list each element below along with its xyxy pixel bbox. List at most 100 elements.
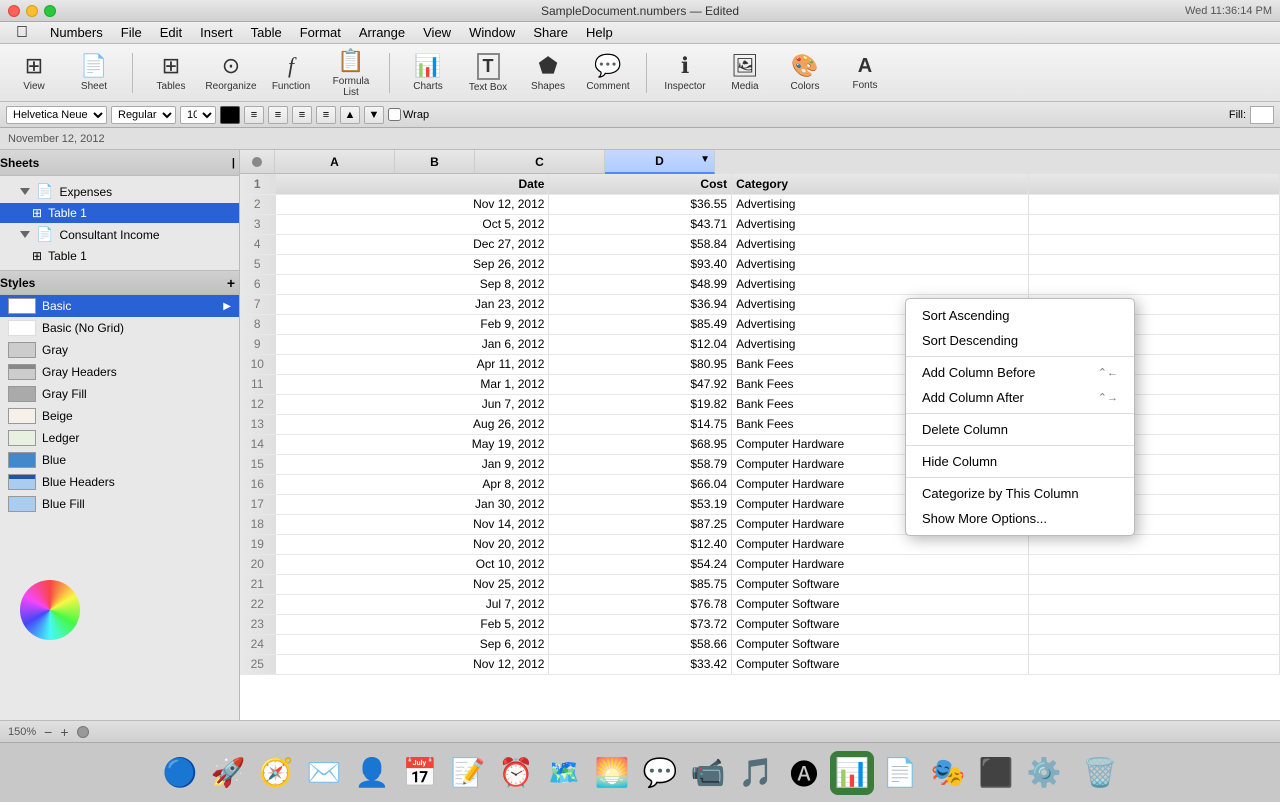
cost-cell[interactable]: $43.71 <box>549 214 732 234</box>
cost-cell[interactable]: $47.92 <box>549 374 732 394</box>
minimize-button[interactable] <box>26 5 38 17</box>
date-cell[interactable]: Sep 6, 2012 <box>275 634 549 654</box>
font-style-select[interactable]: Regular <box>111 106 176 124</box>
category-cell[interactable]: Advertising <box>732 214 1029 234</box>
text-down-btn[interactable]: ▼ <box>364 106 384 124</box>
sidebar-toggle[interactable]: | <box>232 157 235 169</box>
cost-cell[interactable]: $80.95 <box>549 354 732 374</box>
align-right-btn[interactable]: ≡ <box>292 106 312 124</box>
text-up-btn[interactable]: ▲ <box>340 106 360 124</box>
style-item-gray[interactable]: Gray <box>0 339 239 361</box>
cost-cell[interactable]: $87.25 <box>549 514 732 534</box>
ctx-categorize[interactable]: Categorize by This Column <box>906 481 1134 506</box>
menu-window[interactable]: Window <box>461 23 523 42</box>
dock-facetime[interactable]: 📹 <box>686 751 730 795</box>
toolbar-comment-btn[interactable]: 💬 Comment <box>582 49 634 97</box>
cost-cell[interactable]: $14.75 <box>549 414 732 434</box>
style-item-basic-nogrid[interactable]: Basic (No Grid) <box>0 317 239 339</box>
toolbar-formulalist-btn[interactable]: 📋 Formula List <box>325 44 377 102</box>
ctx-hide-col[interactable]: Hide Column <box>906 449 1134 474</box>
date-cell[interactable]: Apr 11, 2012 <box>275 354 549 374</box>
toolbar-view-btn[interactable]: ⊞ View <box>8 49 60 97</box>
dock-contacts[interactable]: 👤 <box>350 751 394 795</box>
sidebar-item-expenses[interactable]: 📄 Expenses <box>0 180 239 203</box>
date-cell[interactable]: Jan 30, 2012 <box>275 494 549 514</box>
toolbar-colors-btn[interactable]: 🎨 Colors <box>779 49 831 97</box>
category-cell[interactable]: Advertising <box>732 194 1029 214</box>
date-cell[interactable]: Nov 12, 2012 <box>275 654 549 674</box>
fill-color-box[interactable] <box>1250 106 1274 124</box>
font-size-select[interactable]: 10 <box>180 106 216 124</box>
date-cell[interactable]: Jul 7, 2012 <box>275 594 549 614</box>
toolbar-function-btn[interactable]: f Function <box>265 49 317 97</box>
cost-cell[interactable]: $54.24 <box>549 554 732 574</box>
ctx-add-col-after[interactable]: Add Column After ⌃→ <box>906 385 1134 410</box>
cost-cell[interactable]: $68.95 <box>549 434 732 454</box>
date-cell[interactable]: Feb 9, 2012 <box>275 314 549 334</box>
ctx-delete-col[interactable]: Delete Column <box>906 417 1134 442</box>
category-cell[interactable]: Computer Software <box>732 634 1029 654</box>
apple-menu[interactable]:  <box>8 22 36 44</box>
date-cell[interactable]: Feb 5, 2012 <box>275 614 549 634</box>
col-header-c[interactable]: C <box>475 150 605 174</box>
cost-cell[interactable]: $58.79 <box>549 454 732 474</box>
cost-cell[interactable]: $12.40 <box>549 534 732 554</box>
toolbar-charts-btn[interactable]: 📊 Charts <box>402 49 454 97</box>
dock-reminders[interactable]: ⏰ <box>494 751 538 795</box>
dock-launchpad[interactable]: 🚀 <box>206 751 250 795</box>
category-cell[interactable]: Computer Hardware <box>732 534 1029 554</box>
window-controls[interactable] <box>8 5 56 17</box>
cost-cell[interactable]: $48.99 <box>549 274 732 294</box>
style-item-beige[interactable]: Beige <box>0 405 239 427</box>
cost-cell[interactable]: $12.04 <box>549 334 732 354</box>
dock-appstore[interactable]: 🅐 <box>782 751 826 795</box>
date-cell[interactable]: Aug 26, 2012 <box>275 414 549 434</box>
menu-insert[interactable]: Insert <box>192 23 241 42</box>
sidebar-item-consultant-table1[interactable]: ⊞ Table 1 <box>0 246 239 266</box>
category-cell[interactable]: Computer Hardware <box>732 554 1029 574</box>
menu-edit[interactable]: Edit <box>152 23 190 42</box>
close-button[interactable] <box>8 5 20 17</box>
zoom-decrease-btn[interactable]: − <box>44 724 52 740</box>
align-justify-btn[interactable]: ≡ <box>316 106 336 124</box>
dock-finder[interactable]: 🔵 <box>158 751 202 795</box>
style-item-gray-headers[interactable]: Gray Headers <box>0 361 239 383</box>
col-header-d[interactable]: D ▼ <box>605 150 715 174</box>
cost-cell[interactable]: $85.49 <box>549 314 732 334</box>
dock-mail[interactable]: ✉️ <box>302 751 346 795</box>
styles-add-btn[interactable]: + <box>227 275 235 291</box>
menu-format[interactable]: Format <box>292 23 349 42</box>
date-cell[interactable]: Oct 10, 2012 <box>275 554 549 574</box>
zoom-button[interactable] <box>44 5 56 17</box>
ctx-sort-descending[interactable]: Sort Descending <box>906 328 1134 353</box>
category-cell[interactable]: Computer Software <box>732 614 1029 634</box>
col-header-a[interactable]: A <box>275 150 395 174</box>
date-cell[interactable]: Apr 8, 2012 <box>275 474 549 494</box>
date-cell[interactable]: May 19, 2012 <box>275 434 549 454</box>
toolbar-tables-btn[interactable]: ⊞ Tables <box>145 49 197 97</box>
dock-terminal[interactable]: ⬛ <box>974 751 1018 795</box>
ctx-more-options[interactable]: Show More Options... <box>906 506 1134 531</box>
menu-share[interactable]: Share <box>525 23 576 42</box>
zoom-increase-btn[interactable]: + <box>60 724 68 740</box>
dock-systemprefs[interactable]: ⚙️ <box>1022 751 1066 795</box>
style-item-blue-headers[interactable]: Blue Headers <box>0 471 239 493</box>
dock-photos[interactable]: 🌅 <box>590 751 634 795</box>
toolbar-inspector-btn[interactable]: ℹ Inspector <box>659 49 711 97</box>
category-cell[interactable]: Computer Software <box>732 594 1029 614</box>
style-item-gray-fill[interactable]: Gray Fill <box>0 383 239 405</box>
cost-cell[interactable]: $36.55 <box>549 194 732 214</box>
cost-cell[interactable]: $93.40 <box>549 254 732 274</box>
menu-table[interactable]: Table <box>243 23 290 42</box>
cost-cell[interactable]: $58.84 <box>549 234 732 254</box>
sidebar-item-expenses-table1[interactable]: ⊞ Table 1 <box>0 203 239 223</box>
date-cell[interactable]: Sep 26, 2012 <box>275 254 549 274</box>
toolbar-reorganize-btn[interactable]: ⊙ Reorganize <box>205 49 257 97</box>
text-color-box[interactable] <box>220 106 240 124</box>
date-cell[interactable]: Jan 9, 2012 <box>275 454 549 474</box>
cost-cell[interactable]: $85.75 <box>549 574 732 594</box>
menu-numbers[interactable]: Numbers <box>42 23 111 42</box>
align-left-btn[interactable]: ≡ <box>244 106 264 124</box>
dock-keynote[interactable]: 🎭 <box>926 751 970 795</box>
menu-help[interactable]: Help <box>578 23 621 42</box>
